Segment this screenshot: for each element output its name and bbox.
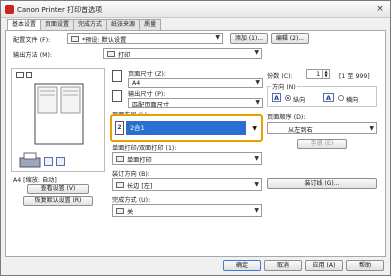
portrait-orientation-icon: A (272, 93, 281, 102)
output-size-select[interactable]: 匹配页面尺寸 ▼ (128, 98, 263, 108)
restore-defaults-button[interactable]: 恢复默认设置 (R) (23, 196, 93, 206)
output-size-icon (112, 90, 122, 102)
close-icon[interactable]: × (374, 4, 386, 15)
binding-value: 长边 [左] (127, 183, 153, 190)
add-profile-button[interactable]: 添加 (1)... (230, 33, 268, 44)
chevron-down-icon: ▼ (369, 125, 374, 132)
page-size-icon (112, 70, 122, 82)
page-layout-select[interactable]: 2 2合1 ▼ (110, 114, 263, 142)
chevron-down-icon: ▼ (252, 125, 257, 132)
copies-value: 1 (316, 71, 320, 78)
chevron-down-icon: ▼ (254, 207, 259, 214)
ok-button[interactable]: 确定 (223, 260, 261, 271)
binding-label: 装订方向 (B): (112, 171, 150, 178)
binding-select[interactable]: 长边 [左] ▼ (112, 178, 262, 191)
cancel-button[interactable]: 取消 (264, 260, 302, 271)
printer-preferences-window: Canon Printer 打印首选项 × 基本设置 页面设置 完成方式 纸张来… (0, 0, 391, 276)
duplex-icon (116, 156, 124, 162)
chevron-down-icon: ▼ (255, 79, 260, 86)
duplex-label: 单面打印/双面打印 (1): (112, 145, 177, 152)
binding-icon (116, 182, 124, 188)
profile-label: 配置文件 (F): (13, 37, 51, 44)
output-method-label: 输出方法 (M): (13, 52, 52, 59)
chevron-down-icon: ▼ (255, 99, 260, 106)
preview-pages-graphic (34, 83, 84, 145)
page-order-select[interactable]: 从左到右 ▼ (267, 122, 377, 134)
landscape-label: 横向 (346, 97, 359, 104)
profile-icon (71, 36, 79, 42)
output-method-select[interactable]: 打印 ▼ (103, 48, 262, 59)
gutter-button[interactable]: 装订线 (G)... (267, 178, 377, 189)
finishing-select[interactable]: 关 ▼ (112, 204, 262, 217)
output-size-value: 匹配页面尺寸 (132, 102, 170, 108)
title-bar: Canon Printer 打印首选项 × (1, 1, 390, 18)
tab-paper-source[interactable]: 纸张来源 (106, 19, 141, 30)
finishing-icon (116, 208, 124, 214)
portrait-radio[interactable] (285, 95, 291, 101)
finishing-label: 完成方式 (U): (112, 197, 151, 204)
preview-layout-icon[interactable] (26, 72, 32, 78)
copies-stepper[interactable]: 1 ▲ ▼ (306, 69, 330, 79)
edit-profile-button[interactable]: 编辑 (2)... (271, 33, 309, 44)
manual-button[interactable]: 手册 (E) (297, 139, 347, 149)
portrait-label: 纵向 (293, 97, 306, 104)
spin-arrows-icon[interactable]: ▲ ▼ (322, 70, 329, 78)
view-settings-button[interactable]: 查看设置 (V) (27, 184, 89, 194)
chevron-down-icon: ▼ (254, 49, 259, 56)
help-button[interactable]: 帮助 (346, 260, 384, 271)
duplex-select[interactable]: 单面打印 ▼ (112, 152, 262, 165)
portrait-mini-icon (44, 157, 53, 166)
profile-select[interactable]: *预设: 默认设置 ▼ (67, 33, 223, 44)
printer-icon (19, 152, 41, 168)
window-title: Canon Printer 打印首选项 (17, 6, 103, 14)
page-size-label: 页面尺寸 (Z): (128, 71, 166, 78)
profile-value: *预设: 默认设置 (82, 37, 127, 44)
tab-quality[interactable]: 质量 (139, 19, 162, 30)
apply-button[interactable]: 应用 (A) (305, 260, 343, 271)
tab-strip: 基本设置 页面设置 完成方式 纸张来源 质量 (7, 19, 162, 31)
copies-range: [1 至 999] (339, 73, 370, 80)
page-size-select[interactable]: A4 ▼ (128, 78, 263, 88)
page-order-label: 页面顺序 (D): (267, 114, 306, 121)
page-preview (11, 68, 105, 172)
tab-finishing[interactable]: 完成方式 (73, 19, 108, 30)
page-layout-icon: 2 (115, 121, 124, 135)
output-method-value: 打印 (118, 52, 131, 59)
printer-app-icon (5, 5, 14, 14)
landscape-orientation-icon: A (323, 93, 334, 102)
preview-mode-icon[interactable] (16, 72, 24, 78)
copies-label: 份数 (C): (267, 73, 293, 80)
page-order-value: 从左到右 (288, 127, 313, 134)
chevron-down-icon: ▼ (254, 181, 259, 188)
duplex-mini-icon (56, 157, 65, 166)
orientation-label: 方向 (N) (271, 82, 297, 91)
duplex-value: 单面打印 (127, 157, 152, 164)
output-size-label: 输出尺寸 (P): (128, 91, 166, 98)
page-layout-value: 2合1 (126, 121, 246, 135)
preview-status: A4 [缩放: 自动] (13, 177, 57, 184)
landscape-radio[interactable] (338, 95, 344, 101)
finishing-value: 关 (127, 209, 134, 216)
print-icon (107, 51, 115, 57)
tab-page-setup[interactable]: 页面设置 (40, 19, 75, 30)
page-size-value: A4 (132, 80, 141, 87)
chevron-down-icon: ▼ (254, 155, 259, 162)
chevron-down-icon: ▼ (215, 34, 220, 41)
